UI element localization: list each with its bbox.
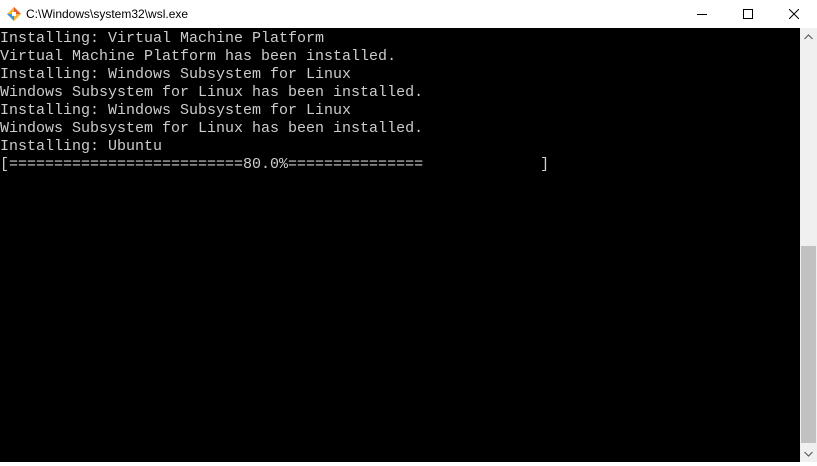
close-button[interactable] (771, 0, 817, 28)
maximize-button[interactable] (725, 0, 771, 28)
progress-line: [==========================80.0%========… (0, 156, 550, 173)
console-line: Installing: Windows Subsystem for Linux (0, 102, 352, 119)
scroll-down-button[interactable] (800, 445, 817, 462)
terminal-window: C:\Windows\system32\wsl.exe Installing: (0, 0, 817, 466)
scroll-thumb[interactable] (801, 246, 816, 443)
maximize-icon (743, 9, 753, 19)
console-line: Windows Subsystem for Linux has been ins… (0, 84, 424, 101)
scroll-up-button[interactable] (800, 28, 817, 45)
minimize-button[interactable] (679, 0, 725, 28)
close-icon (789, 9, 799, 19)
console-line: Windows Subsystem for Linux has been ins… (0, 120, 424, 137)
console-output[interactable]: Installing: Virtual Machine Platform Vir… (0, 28, 800, 462)
console-line: Installing: Ubuntu (0, 138, 163, 155)
minimize-icon (697, 14, 707, 15)
vertical-scrollbar[interactable] (800, 28, 817, 462)
console-line: Virtual Machine Platform has been instal… (0, 48, 397, 65)
console-line: Installing: Windows Subsystem for Linux (0, 66, 352, 83)
caption-buttons (679, 0, 817, 28)
scroll-up-icon (804, 33, 813, 39)
title-bar[interactable]: C:\Windows\system32\wsl.exe (0, 0, 817, 28)
wsl-app-icon (7, 7, 21, 21)
console-line: Installing: Virtual Machine Platform (0, 30, 325, 47)
scroll-down-icon (804, 451, 813, 457)
window-bottom-edge (0, 462, 817, 466)
window-title: C:\Windows\system32\wsl.exe (26, 7, 189, 21)
